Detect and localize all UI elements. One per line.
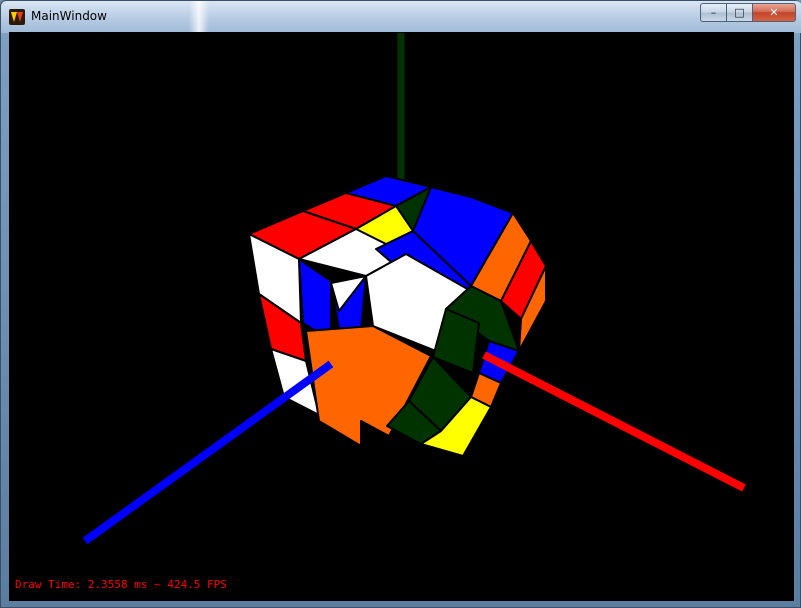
title-bar[interactable]: MainWindow – □ ✕ [1, 1, 801, 33]
window-title: MainWindow [31, 9, 107, 23]
close-icon: ✕ [769, 6, 779, 19]
window-controls: – □ ✕ [700, 3, 796, 22]
draw-time-status: Draw Time: 2.3558 ms ~ 424.5 FPS [15, 578, 227, 591]
maximize-icon: □ [734, 6, 745, 19]
title-highlight [189, 1, 209, 33]
rubiks-cube-scene [82, 33, 746, 545]
maximize-button[interactable]: □ [726, 3, 752, 22]
minimize-button[interactable]: – [700, 3, 726, 22]
main-window: MainWindow – □ ✕ Draw Time: 2.3558 ms ~ … [0, 0, 801, 608]
x-axis-line [482, 351, 746, 492]
z-axis-line [82, 360, 334, 545]
close-button[interactable]: ✕ [752, 3, 796, 22]
app-icon[interactable] [9, 9, 25, 25]
minimize-icon: – [710, 6, 717, 19]
opengl-viewport[interactable]: Draw Time: 2.3558 ms ~ 424.5 FPS [9, 32, 794, 601]
